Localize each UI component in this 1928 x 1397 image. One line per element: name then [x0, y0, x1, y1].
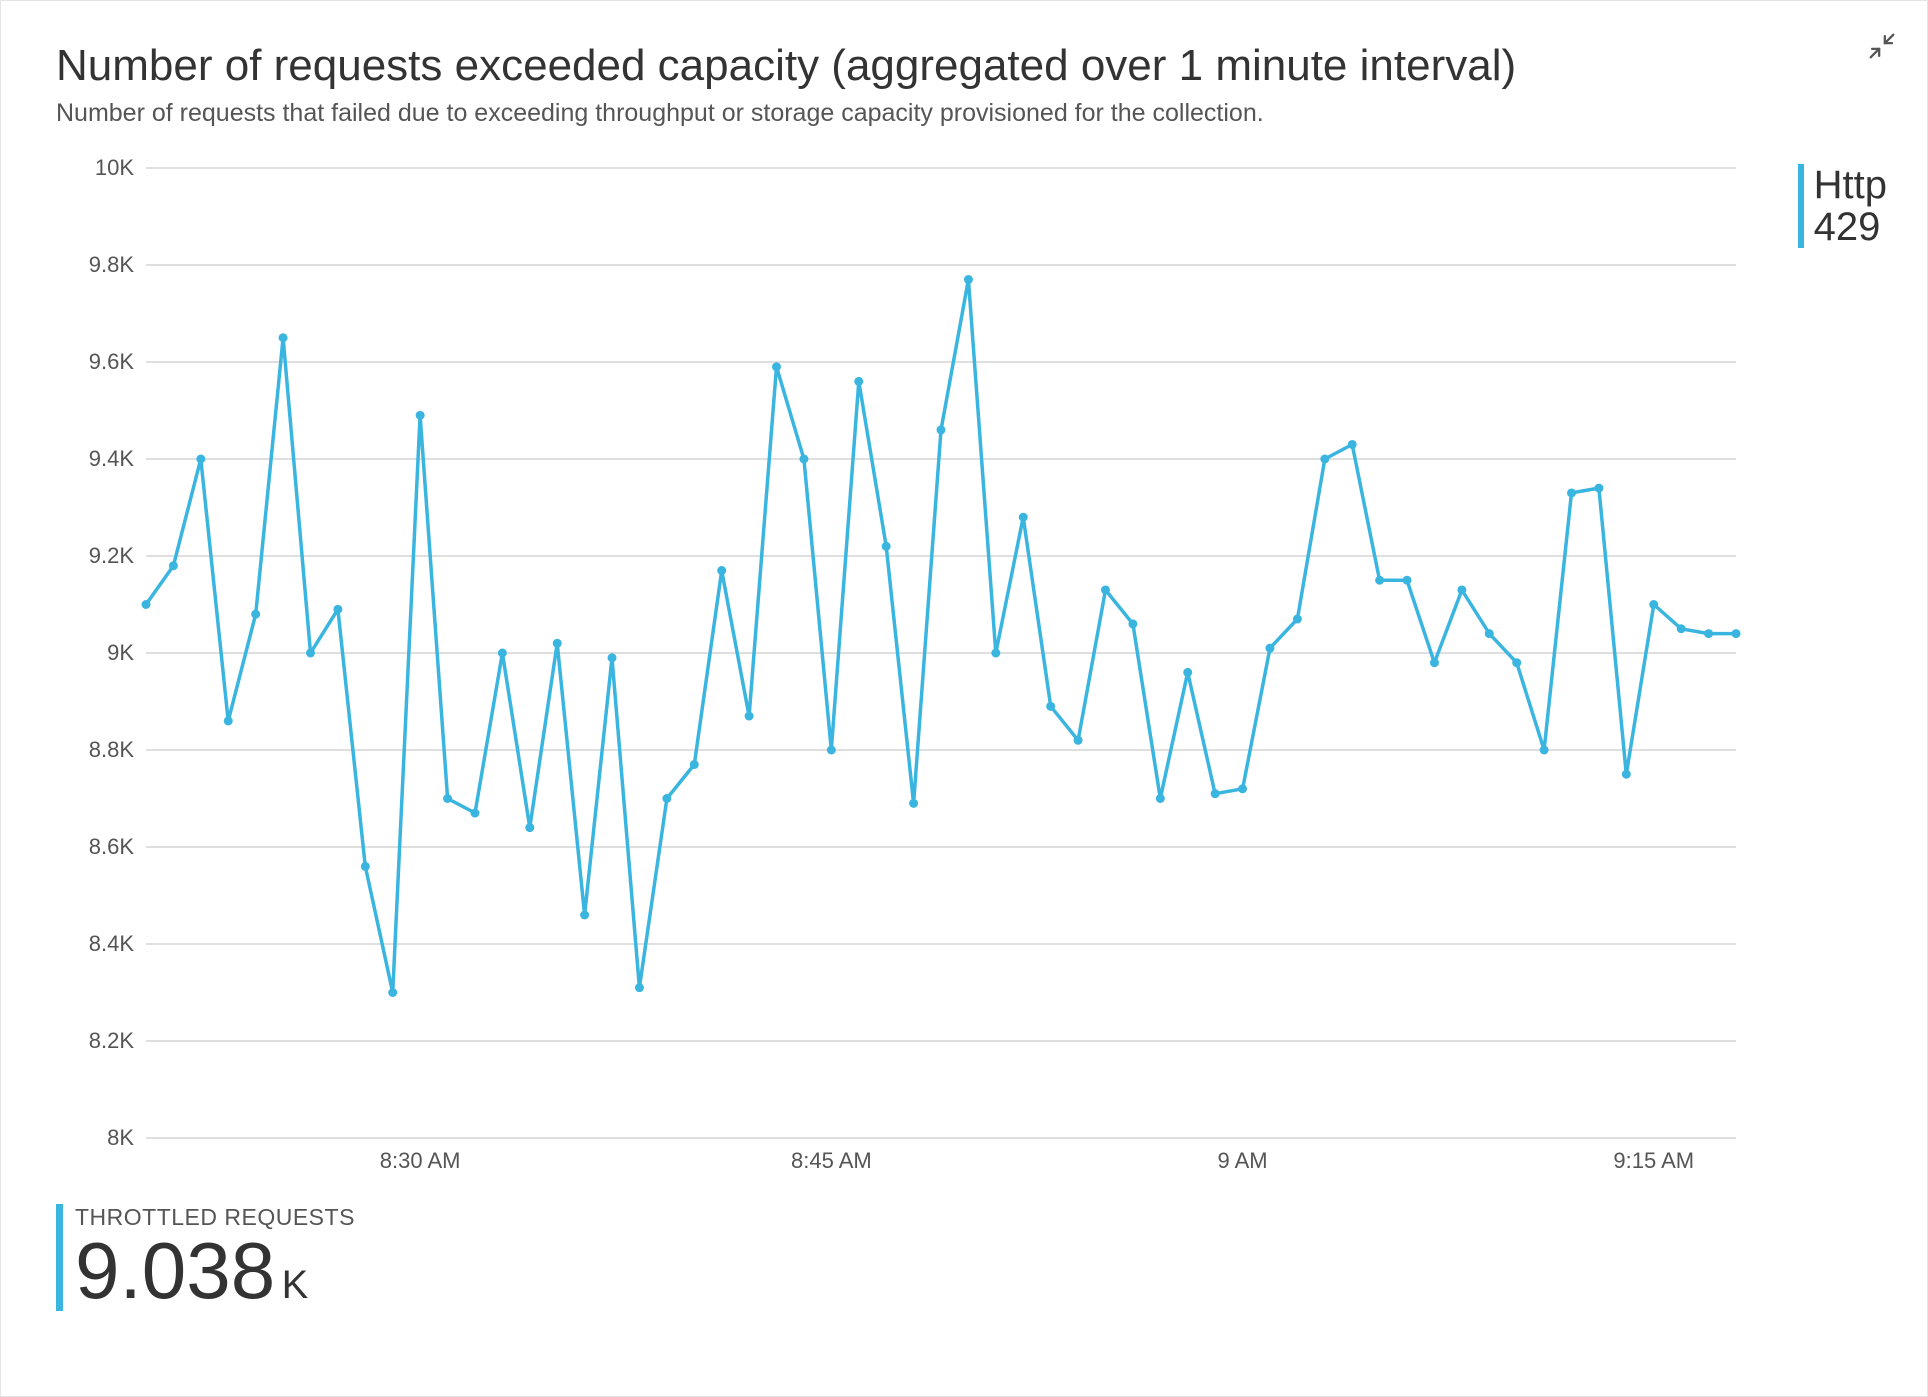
svg-text:8.4K: 8.4K — [89, 931, 135, 956]
svg-text:9.4K: 9.4K — [89, 446, 135, 471]
svg-text:8.6K: 8.6K — [89, 834, 135, 859]
legend: Http 429 — [1798, 158, 1887, 248]
summary-stat: THROTTLED REQUESTS 9.038 K — [56, 1204, 1780, 1311]
collapse-icon[interactable] — [1865, 29, 1899, 63]
summary-stat-unit: K — [282, 1263, 309, 1307]
legend-entry-line2: 429 — [1814, 206, 1887, 248]
svg-text:9:15 AM: 9:15 AM — [1613, 1148, 1694, 1173]
summary-stat-value: 9.038 — [75, 1226, 275, 1315]
svg-text:9K: 9K — [107, 640, 134, 665]
svg-text:9 AM: 9 AM — [1217, 1148, 1267, 1173]
svg-text:8.8K: 8.8K — [89, 737, 135, 762]
legend-entry-http429: Http 429 — [1798, 164, 1887, 248]
svg-text:8:30 AM: 8:30 AM — [380, 1148, 461, 1173]
svg-text:10K: 10K — [95, 158, 134, 180]
summary-stat-label: THROTTLED REQUESTS — [75, 1204, 1780, 1231]
panel-subtitle: Number of requests that failed due to ex… — [56, 99, 1887, 128]
svg-text:9.8K: 9.8K — [89, 252, 135, 277]
metric-panel: Number of requests exceeded capacity (ag… — [0, 0, 1928, 1397]
svg-text:9.6K: 9.6K — [89, 349, 135, 374]
chart-area[interactable]: 8K 8.2K 8.4K 8.6K 8.8K 9K 9.2K 9.4K 9.6K 9.8K 10K 8… — [56, 158, 1746, 1178]
svg-text:8K: 8K — [107, 1125, 134, 1150]
line-chart: 8K 8.2K 8.4K 8.6K 8.8K 9K 9.2K 9.4K 9.6K 9.8K 10K 8… — [56, 158, 1746, 1178]
legend-entry-line1: Http — [1814, 164, 1887, 206]
svg-text:8:45 AM: 8:45 AM — [791, 1148, 872, 1173]
svg-text:8.2K: 8.2K — [89, 1028, 135, 1053]
svg-text:9.2K: 9.2K — [89, 543, 135, 568]
panel-title: Number of requests exceeded capacity (ag… — [56, 41, 1887, 91]
